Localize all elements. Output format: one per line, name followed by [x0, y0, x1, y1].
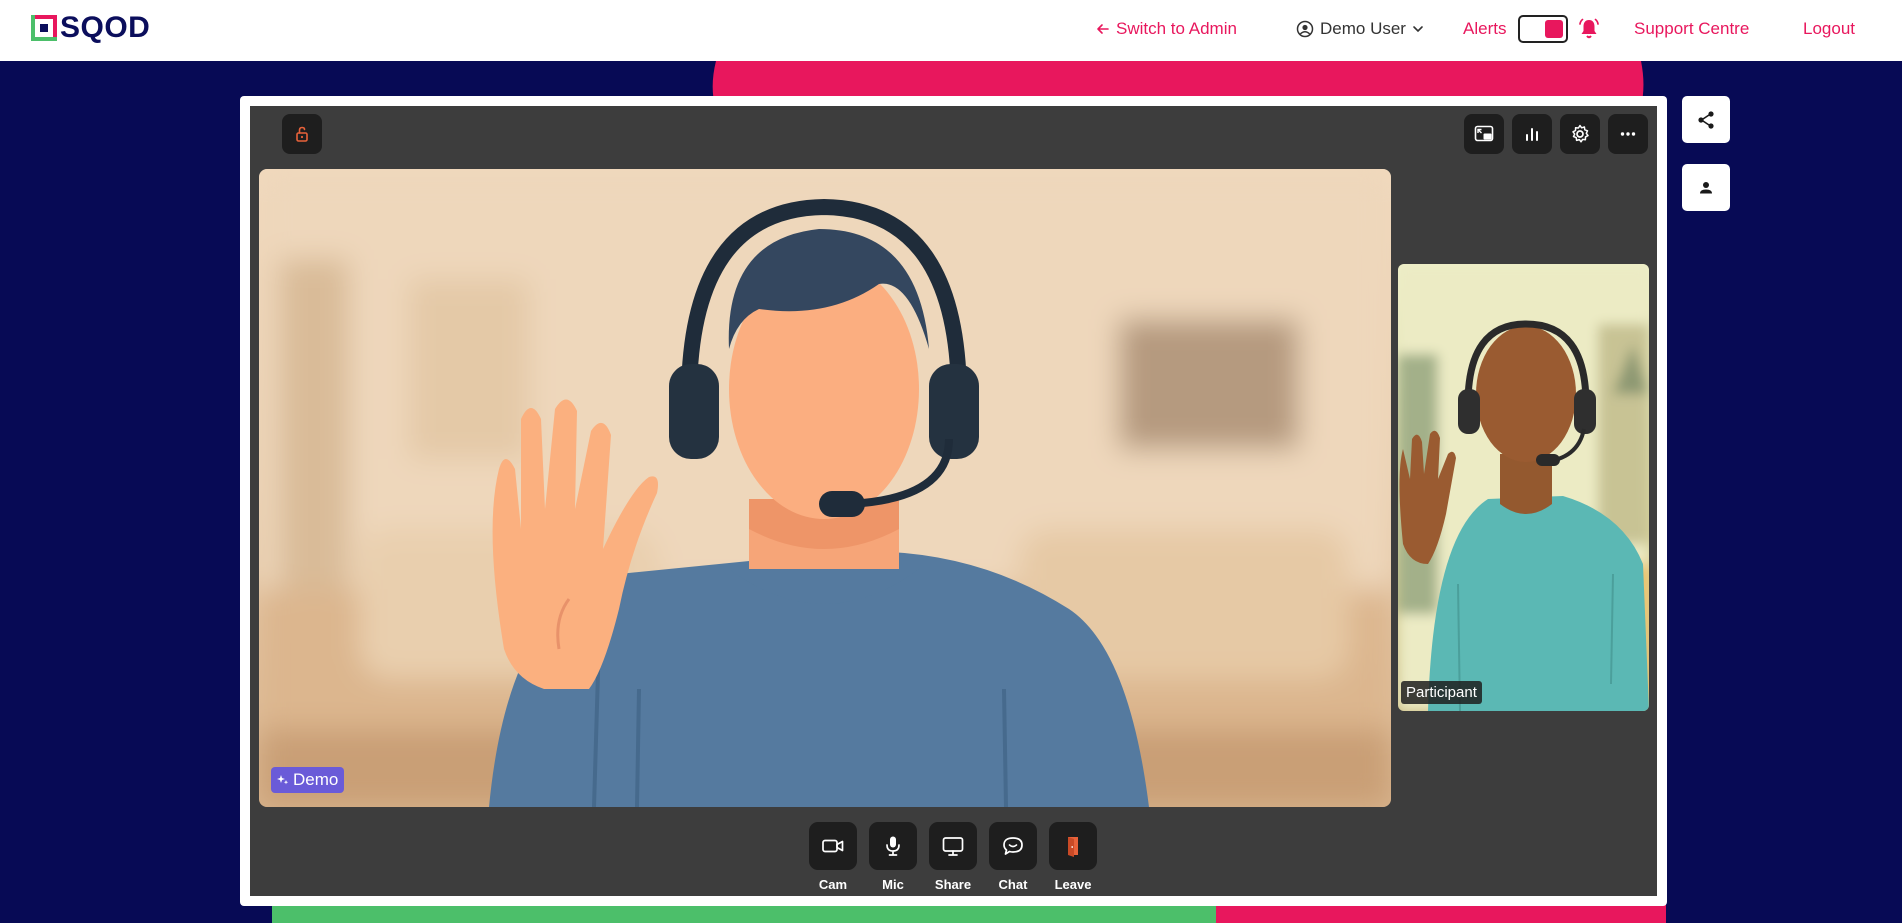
- microphone-icon: [886, 836, 900, 856]
- background-green-strip: [272, 905, 1216, 923]
- alerts-toggle[interactable]: [1518, 15, 1568, 43]
- stats-icon: [1526, 128, 1538, 141]
- user-circle-icon: [1296, 20, 1314, 38]
- share-label: Share: [934, 877, 972, 892]
- self-video-tile[interactable]: [1398, 264, 1649, 711]
- chevron-down-icon: [1413, 26, 1423, 33]
- cam-control: Cam: [809, 822, 857, 892]
- participants-button[interactable]: [1682, 164, 1730, 211]
- support-centre-link[interactable]: Support Centre: [1634, 19, 1749, 39]
- chat-control: Chat: [989, 822, 1037, 892]
- switch-to-admin-label: Switch to Admin: [1116, 19, 1237, 38]
- leave-label: Leave: [1054, 877, 1092, 892]
- picture-in-picture-button[interactable]: [1464, 114, 1504, 154]
- main-video-name-tag: Demo: [271, 767, 345, 793]
- switch-to-admin-link[interactable]: Switch to Admin: [1096, 19, 1237, 39]
- share-link-button[interactable]: [1682, 96, 1730, 143]
- unlock-icon: [296, 126, 308, 142]
- more-icon: [1620, 132, 1636, 136]
- more-options-button[interactable]: [1608, 114, 1648, 154]
- picture-in-picture-icon: [1474, 125, 1494, 142]
- screen-share-icon: [942, 837, 964, 856]
- room-lock-button[interactable]: [282, 114, 322, 154]
- background-pink-strip: [1216, 905, 1666, 923]
- bell-ringing-icon[interactable]: [1577, 17, 1601, 41]
- self-participant-illustration: [1398, 264, 1649, 711]
- logo-mark-icon: [31, 15, 57, 41]
- sparkle-icon: [277, 775, 289, 785]
- door-exit-icon: [1068, 837, 1078, 857]
- chat-label: Chat: [998, 877, 1028, 892]
- leave-button[interactable]: [1049, 822, 1097, 870]
- person-icon: [1700, 181, 1712, 193]
- chat-bubble-icon: [1003, 837, 1023, 855]
- alerts-label: Alerts: [1463, 19, 1507, 38]
- cam-label: Cam: [818, 877, 848, 892]
- top-navigation-bar: SQOD Switch to Admin Demo User Alerts Su…: [0, 0, 1902, 61]
- mic-button[interactable]: [869, 822, 917, 870]
- arrow-left-icon: [1097, 24, 1109, 34]
- gear-icon: [1572, 124, 1589, 143]
- share-icon: [1698, 110, 1714, 129]
- brand-name: SQOD: [60, 11, 151, 44]
- mic-control: Mic: [869, 822, 917, 892]
- mic-label: Mic: [882, 877, 904, 892]
- share-screen-button[interactable]: [929, 822, 977, 870]
- brand-logo[interactable]: SQOD: [31, 13, 150, 43]
- main-video-tile[interactable]: [259, 169, 1391, 807]
- self-video-name-tag: Participant: [1401, 681, 1482, 704]
- main-video-name: Demo: [293, 770, 339, 789]
- share-control: Share: [929, 822, 977, 892]
- cam-button[interactable]: [809, 822, 857, 870]
- logout-link[interactable]: Logout: [1803, 19, 1855, 39]
- settings-button[interactable]: [1560, 114, 1600, 154]
- user-menu-dropdown[interactable]: Demo User: [1296, 19, 1424, 39]
- chat-button[interactable]: [989, 822, 1037, 870]
- video-camera-icon: [822, 839, 844, 853]
- stats-button[interactable]: [1512, 114, 1552, 154]
- main-participant-illustration: [259, 169, 1391, 807]
- leave-control: Leave: [1049, 822, 1097, 892]
- user-name: Demo User: [1320, 19, 1406, 38]
- alerts-toggle-knob: [1545, 20, 1563, 38]
